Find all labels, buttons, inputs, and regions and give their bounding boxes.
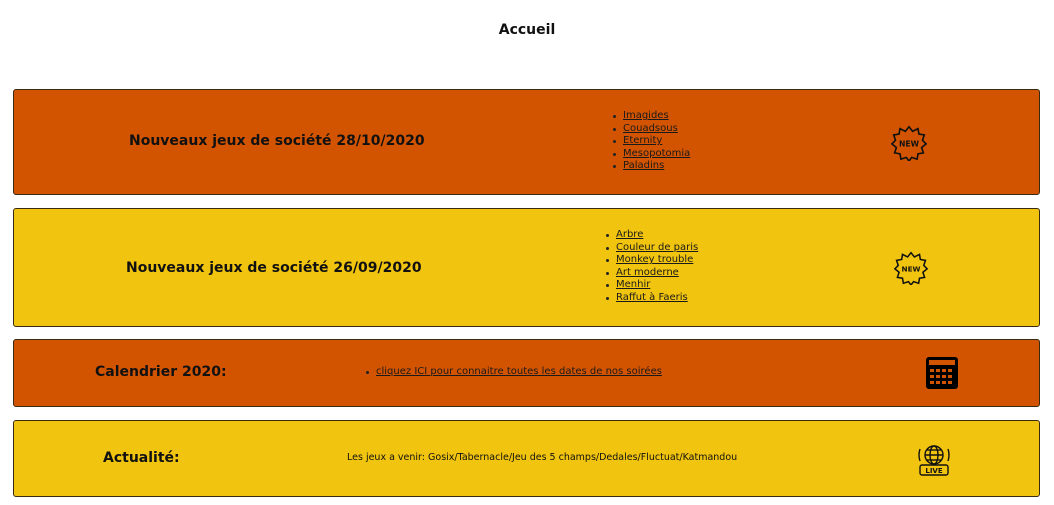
game-link[interactable]: Imagides [623,110,669,121]
game-link[interactable]: Raffut à Faeris [616,292,688,303]
list-item: Imagides [612,110,690,123]
calendar-link[interactable]: cliquez ICI pour connaitre toutes les da… [376,366,662,377]
panel-title: Actualité: [103,450,180,466]
game-link[interactable]: Paladins [623,160,664,171]
upcoming-games-text: Les jeux a venir: Gosix/Tabernacle/Jeu d… [347,452,738,463]
panel-calendar: Calendrier 2020: cliquez ICI pour connai… [13,339,1040,407]
list-item: Menhir [605,279,698,292]
list-item: Mesopotomia [612,148,690,161]
live-globe-icon: LIVE [918,445,950,476]
list-item: Arbre [605,229,698,242]
game-link[interactable]: Menhir [616,279,650,290]
list-item: cliquez ICI pour connaitre toutes les da… [365,366,662,379]
panel-new-games-sep: Nouveaux jeux de société 26/09/2020 Arbr… [13,208,1040,327]
game-link[interactable]: Mesopotomia [623,148,690,159]
live-badge-text: LIVE [925,467,942,475]
games-list: Imagides Couadsous Eternity Mesopotomia … [612,110,690,173]
list-item: Paladins [612,160,690,173]
game-link[interactable]: Arbre [616,229,643,240]
list-item: Raffut à Faeris [605,292,698,305]
game-link[interactable]: Couadsous [623,123,678,134]
new-badge-icon: NEW [891,125,927,161]
game-link[interactable]: Art moderne [616,267,679,278]
game-link[interactable]: Couleur de paris [616,242,698,253]
new-badge-icon: NEW [894,251,928,285]
new-badge-text: NEW [899,140,920,149]
list-item: Couadsous [612,123,690,136]
game-link[interactable]: Monkey trouble [616,254,693,265]
panel-new-games-oct: Nouveaux jeux de société 28/10/2020 Imag… [13,89,1040,195]
panel-title: Nouveaux jeux de société 28/10/2020 [129,133,425,149]
list-item: Couleur de paris [605,242,698,255]
game-link[interactable]: Eternity [623,135,662,146]
panel-title: Nouveaux jeux de société 26/09/2020 [126,260,422,276]
list-item: Monkey trouble [605,254,698,267]
list-item: Art moderne [605,267,698,280]
calendar-icon [926,357,958,389]
panel-title: Calendrier 2020: [95,364,227,380]
list-item: Eternity [612,135,690,148]
page-title: Accueil [498,22,556,38]
calendar-link-list: cliquez ICI pour connaitre toutes les da… [365,366,662,379]
new-badge-text: NEW [902,264,921,273]
panel-news: Actualité: Les jeux a venir: Gosix/Taber… [13,420,1040,497]
games-list: Arbre Couleur de paris Monkey trouble Ar… [605,229,698,305]
